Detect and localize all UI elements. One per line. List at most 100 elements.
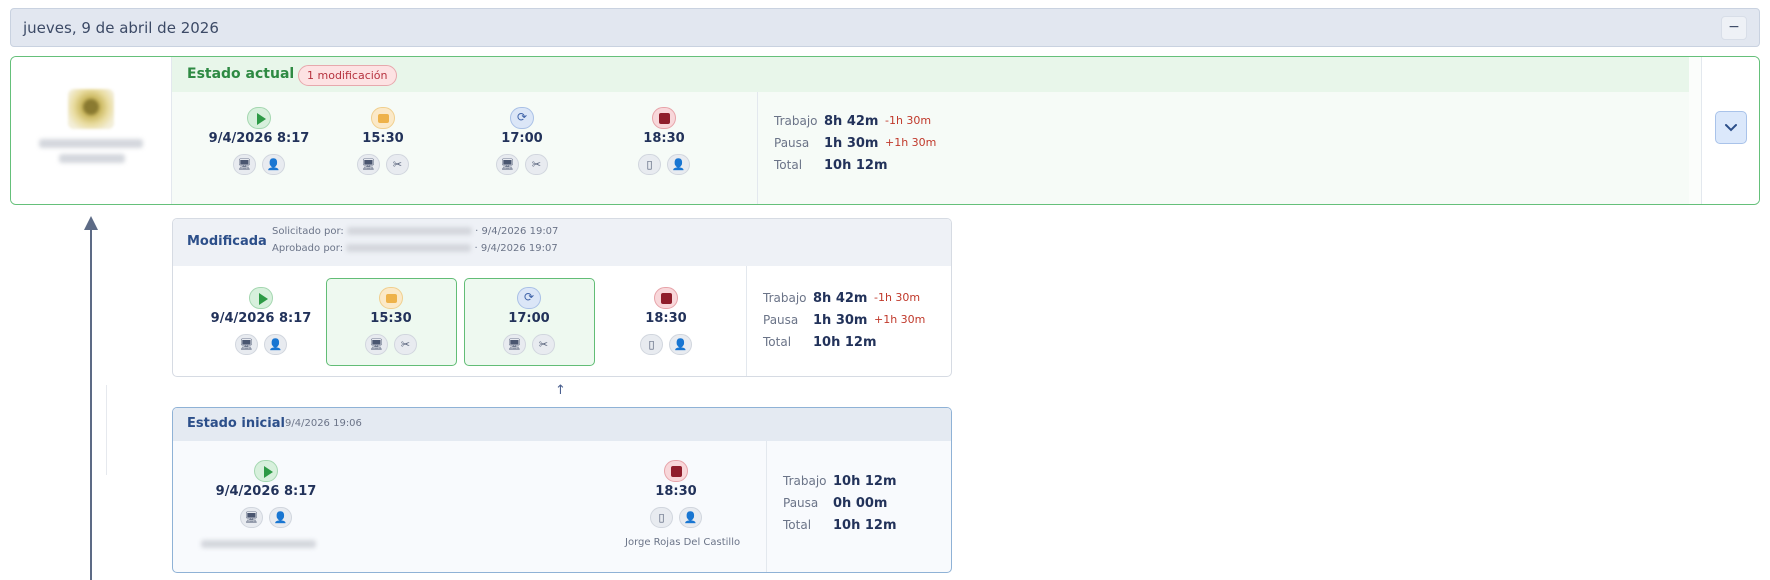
initial-timestamp: 9/4/2026 19:06 (285, 418, 362, 429)
desktop-icon[interactable]: 🖥 (496, 154, 519, 175)
day-title: jueves, 9 de abril de 2026 (23, 19, 219, 37)
modified-card: Modificada Solicitado por: · 9/4/2026 19… (172, 218, 952, 377)
tools-icon[interactable]: ✂ (525, 154, 548, 175)
summary-label: Pausa (774, 136, 810, 150)
pause-icon (371, 107, 395, 129)
desktop-icon[interactable]: 🖥 (365, 334, 388, 355)
tools-icon[interactable]: ✂ (532, 334, 555, 355)
work-time: 8h 42m (813, 291, 868, 306)
summary-label: Trabajo (774, 114, 818, 128)
summary: Trabajo 8h 42m -1h 30m Pausa 1h 30m +1h … (774, 114, 974, 174)
event-stop: 18:30 ▯ 👤 (599, 107, 729, 185)
event-time: 9/4/2026 8:17 (215, 484, 317, 499)
desktop-icon[interactable]: 🖥 (240, 507, 263, 528)
summary-label: Pausa (783, 496, 819, 510)
summary-label: Total (783, 518, 812, 532)
requested-by-label: Solicitado por: (272, 226, 344, 237)
user-gear-icon[interactable]: 👤 (667, 154, 690, 175)
pause-time: 1h 30m (824, 136, 879, 151)
play-icon (247, 107, 271, 129)
event-time: 15:30 (362, 131, 404, 146)
event-start: 9/4/2026 8:17 🖥 👤 (196, 287, 326, 365)
modification-badge: 1 modificación (298, 65, 397, 86)
mobile-icon[interactable]: ▯ (650, 507, 673, 528)
user-check-icon[interactable]: 👤 (264, 334, 287, 355)
expand-column (1701, 57, 1759, 204)
requested-by: Solicitado por: · 9/4/2026 19:07 (272, 226, 558, 237)
collapse-button[interactable]: − (1721, 16, 1747, 40)
event-resume: 17:00 🖥 ✂ (457, 107, 587, 185)
play-icon (249, 287, 273, 309)
tools-icon[interactable]: ✂ (386, 154, 409, 175)
pause-time: 1h 30m (813, 313, 868, 328)
event-time: 18:30 (643, 131, 685, 146)
total-time: 10h 12m (824, 158, 888, 173)
event-start: 9/4/2026 8:17 🖥 👤 (194, 107, 324, 185)
event-resume: 17:00 🖥 ✂ (464, 287, 594, 365)
total-time: 10h 12m (813, 335, 877, 350)
work-delta: -1h 30m (885, 114, 932, 127)
desktop-icon[interactable]: 🖥 (233, 154, 256, 175)
event-stop: 18:30 ▯ 👤 (611, 460, 741, 538)
event-pause: 15:30 🖥 ✂ (326, 287, 456, 365)
arrow-up-icon: ↑ (555, 383, 566, 398)
modified-header: Modificada Solicitado por: · 9/4/2026 19… (173, 219, 951, 266)
employee-name-blurred (39, 139, 143, 148)
event-start: 9/4/2026 8:17 🖥 👤 (201, 460, 331, 538)
event-pause: 15:30 🖥 ✂ (318, 107, 448, 185)
desktop-icon[interactable]: 🖥 (357, 154, 380, 175)
mobile-icon[interactable]: ▯ (640, 334, 663, 355)
pause-delta: +1h 30m (885, 136, 937, 149)
summary-label: Pausa (763, 313, 799, 327)
summary-label: Total (763, 335, 792, 349)
summary: Trabajo 8h 42m -1h 30m Pausa 1h 30m +1h … (763, 291, 943, 351)
avatar (68, 89, 114, 129)
event-time: 18:30 (655, 484, 697, 499)
resume-icon (510, 107, 534, 129)
approved-at: · 9/4/2026 19:07 (474, 243, 558, 254)
timeline-line (90, 224, 92, 580)
initial-state-header: Estado inicial 9/4/2026 19:06 (173, 408, 951, 441)
desktop-icon[interactable]: 🖥 (235, 334, 258, 355)
approver-name-blurred (346, 244, 472, 252)
tools-icon[interactable]: ✂ (394, 334, 417, 355)
event-owner: Jorge Rojas Del Castillo (625, 537, 741, 548)
stop-icon (664, 460, 688, 482)
total-time: 10h 12m (833, 518, 897, 533)
summary-label: Trabajo (763, 291, 807, 305)
requested-at: · 9/4/2026 19:07 (475, 226, 559, 237)
summary-label: Total (774, 158, 803, 172)
event-time: 9/4/2026 8:17 (210, 311, 312, 326)
day-header: jueves, 9 de abril de 2026 − (10, 8, 1760, 47)
current-state-label: Estado actual (187, 66, 295, 82)
initial-state-card: Estado inicial 9/4/2026 19:06 9/4/2026 8… (172, 407, 952, 573)
user-gear-icon[interactable]: 👤 (669, 334, 692, 355)
summary-label: Trabajo (783, 474, 827, 488)
event-stop: 18:30 ▯ 👤 (601, 287, 731, 365)
modified-label: Modificada (187, 234, 267, 249)
requester-name-blurred (346, 227, 472, 235)
pause-time: 0h 00m (833, 496, 888, 511)
owner-name-blurred (201, 540, 316, 548)
user-check-icon[interactable]: 👤 (262, 154, 285, 175)
current-state-body: 9/4/2026 8:17 🖥 👤 15:30 🖥 ✂ 17:00 🖥 ✂ 18:30… (172, 92, 1689, 204)
mobile-icon[interactable]: ▯ (638, 154, 661, 175)
work-delta: -1h 30m (874, 291, 921, 304)
expand-button[interactable] (1715, 111, 1747, 144)
event-time: 17:00 (501, 131, 543, 146)
event-time: 18:30 (645, 311, 687, 326)
user-gear-icon[interactable]: 👤 (679, 507, 702, 528)
resume-icon (517, 287, 541, 309)
approved-by: Aprobado por: · 9/4/2026 19:07 (272, 243, 558, 254)
approved-by-label: Aprobado por: (272, 243, 344, 254)
user-check-icon[interactable]: 👤 (269, 507, 292, 528)
stop-icon (654, 287, 678, 309)
employee-column (11, 57, 172, 204)
initial-state-label: Estado inicial (187, 416, 285, 431)
event-time: 15:30 (370, 311, 412, 326)
stop-icon (652, 107, 676, 129)
pause-delta: +1h 30m (874, 313, 926, 326)
desktop-icon[interactable]: 🖥 (503, 334, 526, 355)
chevron-down-icon (1725, 124, 1737, 132)
event-time: 17:00 (508, 311, 550, 326)
